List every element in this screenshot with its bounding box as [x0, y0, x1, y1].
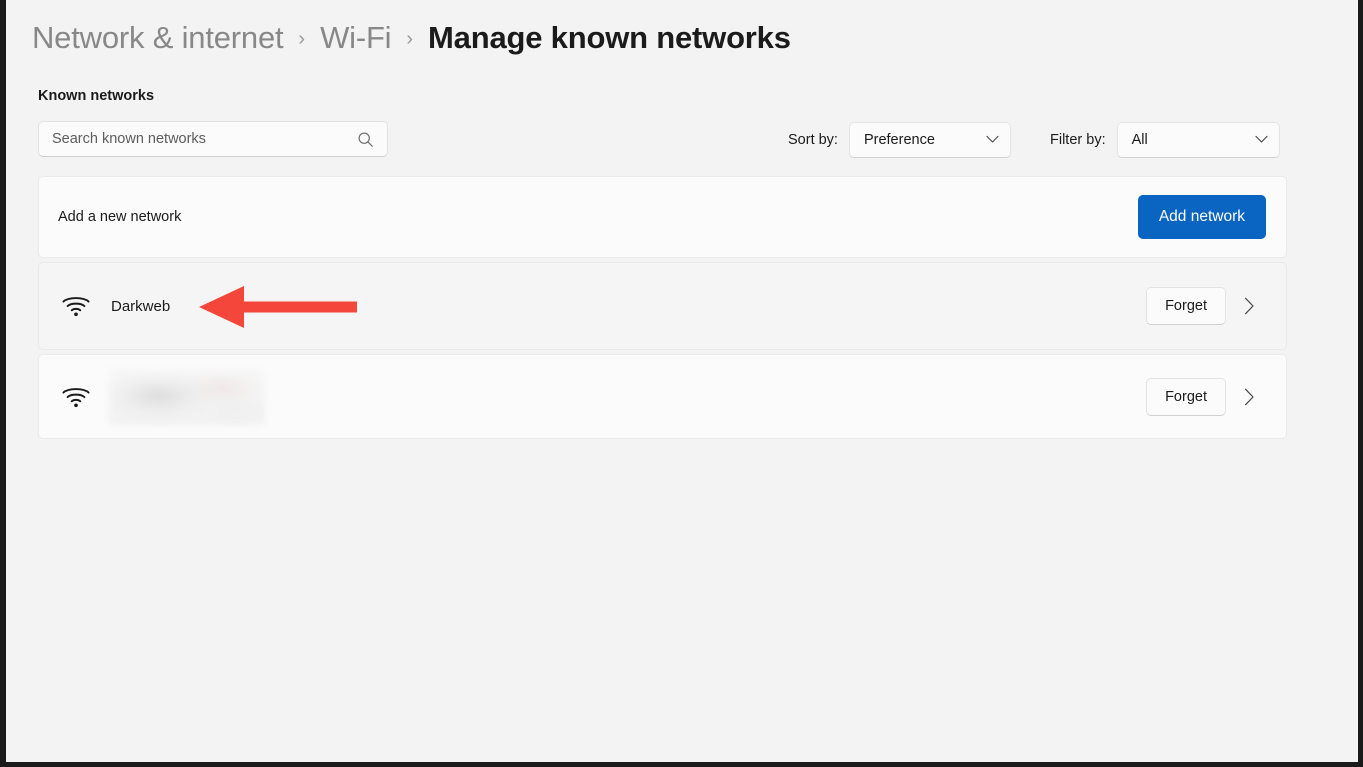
chevron-right-icon[interactable] [1232, 388, 1266, 406]
breadcrumb-item-network-internet[interactable]: Network & internet [32, 20, 284, 56]
network-row-redacted[interactable]: Forget [38, 354, 1287, 439]
add-new-network-card: Add a new network Add network [38, 176, 1287, 258]
search-input[interactable] [52, 131, 353, 147]
breadcrumb-separator-icon: › [406, 28, 414, 50]
network-name: Darkweb [111, 297, 171, 315]
network-name-redacted [109, 368, 265, 425]
sort-by-label: Sort by: [788, 132, 838, 148]
filter-control: Filter by: All [1050, 121, 1280, 159]
breadcrumb: Network & internet › Wi-Fi › Manage know… [32, 14, 791, 62]
chevron-down-icon [986, 131, 999, 149]
filter-by-label: Filter by: [1050, 132, 1106, 148]
add-new-network-row: Add a new network Add network [39, 177, 1286, 257]
network-row-darkweb[interactable]: Darkweb Forget [38, 262, 1287, 350]
breadcrumb-item-manage-known-networks: Manage known networks [428, 20, 791, 55]
wifi-icon [58, 385, 94, 409]
forget-button[interactable]: Forget [1146, 377, 1226, 416]
network-row-content: Darkweb Forget [39, 263, 1286, 349]
network-row-content: Forget [39, 355, 1286, 438]
breadcrumb-separator-icon: › [298, 28, 306, 50]
add-new-network-label: Add a new network [58, 209, 182, 225]
filter-by-dropdown[interactable]: All [1116, 122, 1280, 158]
breadcrumb-item-wifi[interactable]: Wi-Fi [320, 20, 391, 56]
chevron-down-icon [1255, 131, 1268, 149]
sort-by-value: Preference [863, 132, 935, 148]
sort-control: Sort by: Preference [788, 121, 1011, 159]
chevron-right-icon[interactable] [1232, 297, 1266, 315]
filter-by-value: All [1131, 132, 1148, 148]
sort-by-dropdown[interactable]: Preference [848, 122, 1011, 158]
forget-button[interactable]: Forget [1146, 287, 1226, 325]
search-box[interactable] [38, 121, 388, 157]
search-icon[interactable] [353, 131, 378, 148]
settings-window: Network & internet › Wi-Fi › Manage know… [6, 0, 1358, 762]
add-network-button[interactable]: Add network [1137, 195, 1266, 239]
wifi-icon [58, 294, 94, 318]
known-networks-heading: Known networks [38, 88, 155, 104]
